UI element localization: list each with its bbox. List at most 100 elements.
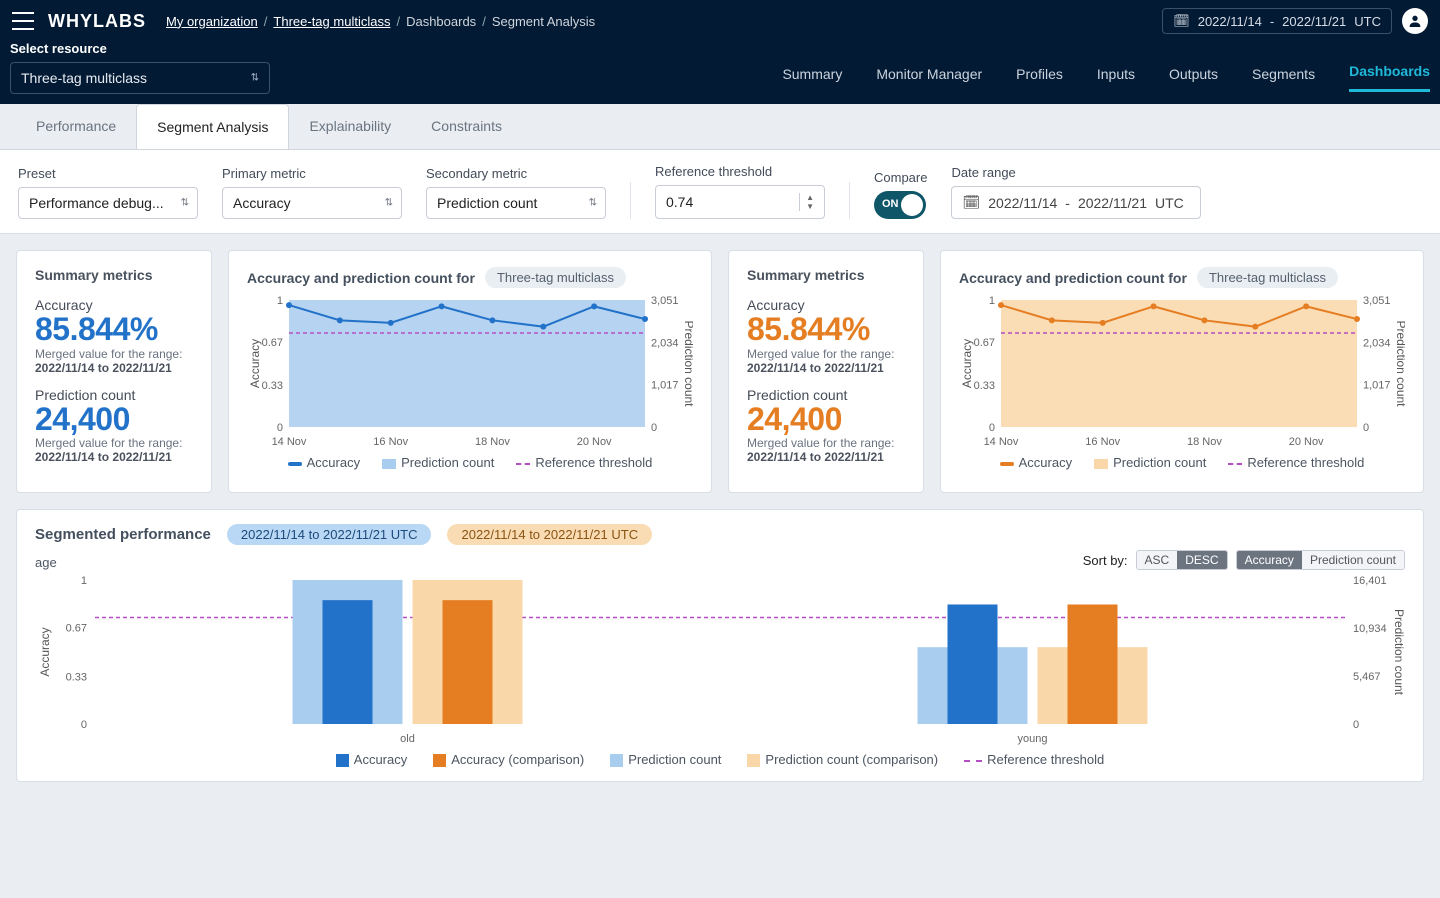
tab-monitor-manager[interactable]: Monitor Manager [876,66,982,92]
pred-count-sub2: 2022/11/14 to 2022/11/21 [747,450,884,464]
divider [849,182,850,219]
legend-accuracy-cmp: Accuracy (comparison) [451,752,584,767]
avatar[interactable] [1402,8,1428,34]
legend-pred-count-cmp: Prediction count (comparison) [765,752,938,767]
legend-dash-icon [516,463,530,465]
svg-text:18 Nov: 18 Nov [475,436,510,448]
preset-select[interactable]: Performance debug... ⇅ [18,187,198,219]
legend-sw-icon [610,754,623,767]
svg-text:Accuracy: Accuracy [960,339,974,388]
pred-count-sub1: Merged value for the range: [747,436,905,450]
legend-ref-threshold: Reference threshold [535,455,652,470]
top-nav: WHYLABS My organization / Three-tag mult… [0,0,1440,42]
svg-text:16 Nov: 16 Nov [1085,436,1120,448]
tab-segments[interactable]: Segments [1252,66,1315,92]
dashtab-segment-analysis[interactable]: Segment Analysis [136,104,289,149]
segmented-performance-card: Segmented performance 2022/11/14 to 2022… [16,509,1424,782]
legend-pred-count: Prediction count [1113,455,1206,470]
stepper-icons[interactable]: ▲▼ [799,193,814,211]
svg-text:0.33: 0.33 [262,380,283,392]
accuracy-value: 85.844% [747,313,905,347]
accuracy-sub2: 2022/11/14 to 2022/11/21 [35,361,172,375]
legend-accuracy: Accuracy [1019,455,1072,470]
secondary-metric-value: Prediction count [437,195,537,211]
legend-area-icon [382,459,396,469]
global-date-to: 2022/11/21 [1282,14,1346,29]
preset-value: Performance debug... [29,195,164,211]
seg-pill-comparison: 2022/11/14 to 2022/11/21 UTC [447,524,652,545]
breadcrumb-project[interactable]: Three-tag multiclass [273,14,390,29]
dashtab-performance[interactable]: Performance [16,104,136,149]
primary-metric-label: Primary metric [222,166,402,181]
svg-text:0: 0 [1353,719,1359,731]
dashtab-constraints[interactable]: Constraints [411,104,522,149]
svg-text:0: 0 [1363,422,1369,434]
chevron-updown-icon: ⇅ [589,198,597,209]
breadcrumb-section: Dashboards [406,14,476,29]
accuracy-sub1: Merged value for the range: [35,347,193,361]
accuracy-sub1: Merged value for the range: [747,347,905,361]
global-date-tz: UTC [1354,14,1381,29]
svg-text:old: old [400,733,415,745]
dashtab-explainability[interactable]: Explainability [289,104,411,149]
svg-text:0: 0 [989,422,995,434]
legend-sw-icon [433,754,446,767]
tab-summary[interactable]: Summary [782,66,842,92]
sort-desc[interactable]: DESC [1177,551,1226,569]
primary-metric-value: Accuracy [233,195,291,211]
segmented-heading: Segmented performance [35,526,211,543]
global-date-range[interactable]: 🗓 2022/11/14 - 2022/11/21 UTC [1162,8,1392,34]
pred-count-value: 24,400 [747,403,905,437]
svg-text:2,034: 2,034 [651,337,679,349]
threshold-input[interactable]: 0.74 ▲▼ [655,185,825,219]
svg-text:1: 1 [277,295,283,307]
daterange-picker[interactable]: 🗓 2022/11/14 - 2022/11/21 UTC [951,186,1201,219]
resource-select[interactable]: Three-tag multiclass ⇅ [10,62,270,94]
chevron-updown-icon: ⇅ [251,73,259,84]
threshold-label: Reference threshold [655,164,825,179]
threshold-value: 0.74 [666,194,799,210]
legend-ref-threshold: Reference threshold [1247,455,1364,470]
tab-inputs[interactable]: Inputs [1097,66,1135,92]
sort-by-accuracy[interactable]: Accuracy [1237,551,1302,569]
svg-text:2,034: 2,034 [1363,337,1391,349]
legend-dash-icon [964,760,982,762]
legend-line-icon [288,462,302,466]
svg-text:5,467: 5,467 [1353,671,1381,683]
svg-text:14 Nov: 14 Nov [272,436,307,448]
daterange-tz: UTC [1155,195,1184,211]
legend-sw-icon [336,754,349,767]
primary-metric-select[interactable]: Accuracy ⇅ [222,187,402,219]
accuracy-sub2: 2022/11/14 to 2022/11/21 [747,361,884,375]
chevron-updown-icon: ⇅ [385,198,393,209]
secondary-metric-select[interactable]: Prediction count ⇅ [426,187,606,219]
breadcrumb-org[interactable]: My organization [166,14,258,29]
svg-text:1,017: 1,017 [651,380,679,392]
summary-heading: Summary metrics [747,267,905,283]
legend-pred-count: Prediction count [401,455,494,470]
sort-by-pred-count[interactable]: Prediction count [1302,551,1404,569]
chevron-updown-icon: ⇅ [181,198,189,209]
svg-text:young: young [1018,733,1048,745]
compare-toggle[interactable]: ON [874,191,926,219]
chart-title: Accuracy and prediction count for [247,270,475,286]
legend-sw-icon [747,754,760,767]
svg-text:18 Nov: 18 Nov [1187,436,1222,448]
breadcrumb-page: Segment Analysis [492,14,595,29]
tab-profiles[interactable]: Profiles [1016,66,1063,92]
daterange-label: Date range [951,165,1201,180]
tab-dashboards[interactable]: Dashboards [1349,63,1430,92]
main-tabs: Summary Monitor Manager Profiles Inputs … [782,63,1430,104]
accuracy-value: 85.844% [35,313,193,347]
svg-text:0: 0 [651,422,657,434]
resource-label: Select resource [10,41,270,56]
svg-text:0.67: 0.67 [66,623,87,635]
legend-accuracy: Accuracy [354,752,407,767]
svg-text:14 Nov: 14 Nov [984,436,1019,448]
tab-outputs[interactable]: Outputs [1169,66,1218,92]
svg-text:0: 0 [277,422,283,434]
sort-asc[interactable]: ASC [1137,551,1178,569]
seg-pill-primary: 2022/11/14 to 2022/11/21 UTC [227,524,432,545]
daterange-from: 2022/11/14 [988,195,1057,211]
menu-icon[interactable] [12,12,34,30]
